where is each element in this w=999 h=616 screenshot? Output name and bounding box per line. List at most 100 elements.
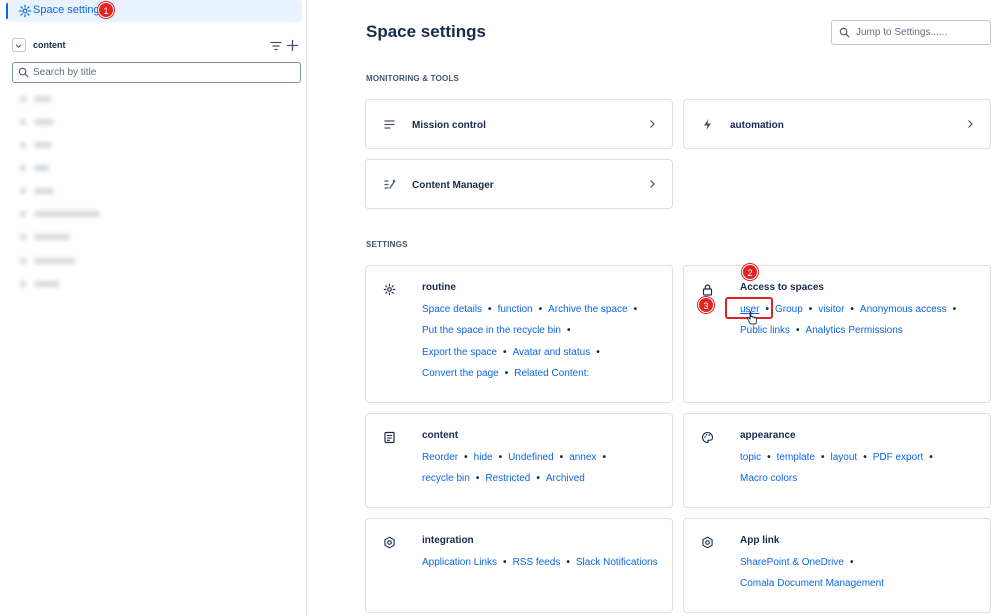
- links-row: Public links • Analytics Permissions: [740, 325, 903, 336]
- links-row: Export the space • Avatar and status •: [422, 347, 606, 358]
- link-template[interactable]: template: [777, 452, 815, 463]
- link-function[interactable]: function: [498, 304, 533, 315]
- link-space-details[interactable]: Space details: [422, 304, 482, 315]
- sidebar-item-space-settings[interactable]: Space settings: [6, 0, 302, 22]
- link-group[interactable]: Group: [775, 304, 803, 315]
- content-card: content Reorder • hide • Undefined • annex • re…: [365, 413, 673, 508]
- link-hide[interactable]: hide: [474, 452, 493, 463]
- search-icon: [18, 67, 29, 78]
- plus-icon[interactable]: [286, 39, 299, 52]
- separator: •: [633, 304, 638, 315]
- annotation-badge: 2: [742, 264, 758, 280]
- separator: •: [850, 304, 854, 315]
- separator: •: [796, 325, 800, 336]
- lightning-icon: [704, 119, 711, 130]
- links-row: Reorder • hide • Undefined • annex •: [422, 452, 612, 463]
- chevron-right-icon: [968, 120, 973, 128]
- separator: •: [808, 304, 813, 315]
- appearance-card: appearance topic • template • layout • PDF exp…: [683, 413, 991, 508]
- link-pdf-export[interactable]: PDF export: [873, 452, 924, 463]
- card-title: Mission control: [412, 120, 486, 131]
- link-analytics-permissions[interactable]: Analytics Permissions: [806, 325, 903, 336]
- jump-input[interactable]: [856, 24, 986, 41]
- card-title: Access to spaces: [740, 282, 824, 293]
- expand-toggle[interactable]: [12, 38, 26, 52]
- links-row: Space details • function • Archive the space…: [422, 304, 643, 315]
- card-title: Content Manager: [412, 180, 494, 191]
- card-title: content: [422, 430, 459, 441]
- chevron-right-icon: [650, 120, 655, 128]
- link-related-content[interactable]: Related Content:: [514, 368, 589, 379]
- card-title: routine: [422, 282, 456, 293]
- link-annex[interactable]: annex: [569, 452, 596, 463]
- tree-item[interactable]: [20, 117, 54, 127]
- access-card: Access to spaces user • Group • visitor • Anon…: [683, 265, 991, 403]
- app-link-card: App link SharePoint & OneDrive • Comala D…: [683, 518, 991, 613]
- link-archived[interactable]: Archived: [546, 473, 585, 484]
- links-row: SharePoint & OneDrive •: [740, 557, 859, 568]
- page-title: Space settings: [366, 22, 486, 41]
- sidebar-search-input[interactable]: [33, 64, 295, 81]
- link-restricted[interactable]: Restricted: [485, 473, 530, 484]
- tree-item[interactable]: [20, 94, 52, 104]
- card-title: appearance: [740, 430, 796, 441]
- link-reorder[interactable]: Reorder: [422, 452, 458, 463]
- card-title: automation: [730, 120, 784, 131]
- link-comala[interactable]: Comala Document Management: [740, 578, 884, 589]
- separator: •: [849, 557, 854, 568]
- separator: •: [503, 347, 507, 358]
- link-recycle-space[interactable]: Put the space in the recycle bin: [422, 325, 561, 336]
- link-rss-feeds[interactable]: RSS feeds: [513, 557, 561, 568]
- links-row: Comala Document Management: [740, 578, 884, 589]
- tree-item[interactable]: [20, 256, 76, 266]
- separator: •: [538, 304, 543, 315]
- link-topic[interactable]: topic: [740, 452, 761, 463]
- palette-icon: [702, 431, 714, 444]
- links-row: Macro colors: [740, 473, 797, 484]
- link-layout[interactable]: layout: [831, 452, 858, 463]
- content-manager-card[interactable]: Content Manager: [365, 159, 673, 209]
- tree-item[interactable]: [20, 232, 70, 242]
- link-public-links[interactable]: Public links: [740, 325, 790, 336]
- link-export-space[interactable]: Export the space: [422, 347, 497, 358]
- link-macro-colors[interactable]: Macro colors: [740, 473, 797, 484]
- separator: •: [566, 325, 571, 336]
- tree-item[interactable]: [20, 279, 60, 289]
- separator: •: [475, 473, 480, 484]
- links-row: Application Links • RSS feeds • Slack Notifi…: [422, 557, 658, 568]
- link-anonymous-access[interactable]: Anonymous access: [860, 304, 947, 315]
- tree-item[interactable]: [20, 186, 54, 196]
- gear-icon: [383, 283, 396, 296]
- separator: •: [559, 452, 564, 463]
- link-slack-notifications[interactable]: Slack Notifications: [576, 557, 658, 568]
- link-avatar-status[interactable]: Avatar and status: [513, 347, 591, 358]
- link-visitor[interactable]: visitor: [818, 304, 844, 315]
- card-title: App link: [740, 535, 780, 546]
- filter-icon[interactable]: [270, 40, 282, 52]
- link-application-links[interactable]: Application Links: [422, 557, 497, 568]
- section-label-monitoring: MONITORING & TOOLS: [366, 74, 460, 83]
- mission-control-card[interactable]: Mission control: [365, 99, 673, 149]
- separator: •: [821, 452, 825, 463]
- link-archive-space[interactable]: Archive the space: [548, 304, 628, 315]
- link-recycle-bin[interactable]: recycle bin: [422, 473, 470, 484]
- integration-icon: [384, 536, 395, 549]
- sidebar-search[interactable]: [12, 62, 301, 83]
- content-section-header: content: [12, 38, 302, 54]
- link-undefined[interactable]: Undefined: [508, 452, 554, 463]
- link-sharepoint-onedrive[interactable]: SharePoint & OneDrive: [740, 557, 844, 568]
- jump-to-settings[interactable]: [831, 20, 991, 45]
- separator: •: [929, 452, 933, 463]
- tree-item[interactable]: [20, 140, 52, 150]
- integration-card: integration Application Links • RSS feeds •…: [365, 518, 673, 613]
- links-row: recycle bin • Restricted • Archived: [422, 473, 585, 484]
- link-convert-page[interactable]: Convert the page: [422, 368, 499, 379]
- links-row: Put the space in the recycle bin •: [422, 325, 577, 336]
- separator: •: [504, 368, 509, 379]
- automation-card[interactable]: automation: [683, 99, 991, 149]
- separator: •: [488, 304, 492, 315]
- tree-item[interactable]: [20, 163, 50, 173]
- hand-cursor-icon: [746, 311, 757, 325]
- separator: •: [566, 557, 570, 568]
- tree-item[interactable]: [20, 209, 100, 219]
